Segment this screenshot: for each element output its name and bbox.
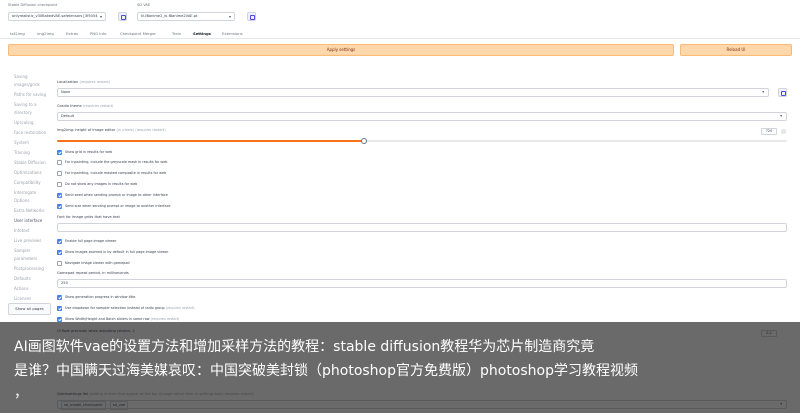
sidebar-item-actions[interactable]: Actions — [14, 286, 29, 291]
send-size-label: Send size when sending prompt or image t… — [65, 204, 171, 208]
masked-composite-checkbox[interactable] — [57, 171, 62, 176]
refresh-vae-button[interactable] — [247, 12, 256, 21]
localization-dropdown[interactable]: None ▾ — [57, 88, 769, 97]
tab-img2img[interactable]: img2img — [37, 31, 54, 36]
chevron-down-icon: ▾ — [780, 114, 782, 118]
sidebar-item-saving[interactable]: Saving — [14, 74, 28, 79]
refresh-localization-button[interactable] — [778, 88, 787, 97]
dropdown-sampler-checkbox[interactable] — [57, 306, 62, 311]
sidebar-item-directory[interactable]: directory — [14, 110, 32, 115]
sidebar-item-live-previews[interactable]: Live previews — [14, 238, 41, 243]
chevron-down-icon: ▾ — [762, 90, 764, 94]
sidebar-item-sampler[interactable]: Sampler — [14, 248, 31, 253]
sidebar-item-options[interactable]: Options — [14, 198, 29, 203]
sidebar-item-postprocessing[interactable]: Postprocessing — [14, 266, 44, 271]
checkpoint-label: Stable Diffusion checkpoint — [8, 3, 58, 7]
tab-extensions[interactable]: Extensions — [222, 31, 243, 36]
tab-extras[interactable]: Extras — [66, 31, 78, 36]
greyscale-checkbox[interactable] — [57, 160, 62, 165]
caption-overlay: AI画图软件vae的设置方法和增加采样方法的教程：stable diffusio… — [0, 322, 800, 413]
refresh-checkpoint-button[interactable] — [118, 12, 127, 21]
sidebar-item-licenses[interactable]: Licenses — [14, 296, 31, 301]
sidebar-item-saving-dir[interactable]: Saving to a — [14, 102, 37, 107]
show-grid-checkbox[interactable] — [57, 150, 62, 155]
tab-settings[interactable]: Settings — [193, 31, 211, 36]
reload-ui-button[interactable]: Reload UI — [680, 44, 792, 56]
img2img-height-slider[interactable] — [57, 138, 787, 144]
vae-value: kl-f8anime2_kl-f8anime2VAE.pt — [141, 14, 198, 18]
img2img-height-label: img2img: height of image editor (in pixe… — [57, 128, 166, 132]
vae-label: SD VAE — [137, 3, 151, 7]
main-tabs: txt2img img2img Extras PNG Info Checkpoi… — [0, 29, 800, 39]
show-grid-label: Show grid in results for web — [65, 150, 113, 154]
sidebar-item-interrogate[interactable]: Interrogate — [14, 190, 36, 195]
no-images-label: Do not show any images in results for we… — [65, 182, 138, 186]
font-label: Font for image grids that have text — [57, 215, 120, 219]
gamepad-label: Navigate image viewer with gamepad — [65, 261, 130, 265]
localization-value: None — [61, 90, 71, 94]
theme-value: Default — [61, 114, 75, 118]
caption-line-2: 是谁？中国瞒天过海美媒哀叹：中国突破美封锁（photoshop官方免费版）pho… — [14, 363, 638, 379]
progress-title-label: Show generation progress in window title… — [65, 295, 137, 299]
caption-line-3: ， — [14, 385, 28, 401]
greyscale-label: For inpainting, include the greyscale ma… — [65, 160, 168, 164]
tab-txt2img[interactable]: txt2img — [10, 31, 25, 36]
theme-dropdown[interactable]: Default ▾ — [57, 112, 787, 121]
sidebar-item-extra-networks[interactable]: Extra Networks — [14, 208, 45, 213]
sidebar-item-defaults[interactable]: Defaults — [14, 276, 31, 281]
sidebar-item-system[interactable]: System — [14, 140, 29, 145]
sidebar-item-user-interface[interactable]: User interface — [14, 218, 42, 223]
send-size-checkbox[interactable] — [57, 204, 62, 209]
sidebar-item-paths[interactable]: Paths for saving — [14, 92, 46, 97]
sidebar-item-upscaling[interactable]: Upscaling — [14, 120, 34, 125]
gamepad-checkbox[interactable] — [57, 261, 62, 266]
sidebar-item-saving-grids[interactable]: images/grids — [14, 82, 40, 87]
tab-png-info[interactable]: PNG Info — [90, 31, 106, 36]
gamepad-period-label: Gamepad repeat period, in milliseconds — [57, 271, 129, 275]
reset-icon[interactable] — [781, 129, 786, 134]
zoomed-label: Show images zoomed in by default in full… — [65, 250, 169, 254]
show-all-pages-button[interactable]: Show all pages — [8, 303, 51, 315]
localization-label: Localization (requires restart) — [57, 80, 111, 84]
chevron-down-icon: ▾ — [99, 14, 102, 19]
sidebar-item-stable-diffusion[interactable]: Stable Diffusion — [14, 160, 46, 165]
sidebar-item-compatibility[interactable]: Compatibility — [14, 180, 41, 185]
tab-checkpoint-merger[interactable]: Checkpoint Merger — [120, 31, 156, 36]
theme-label: Gradio theme (requires restart) — [57, 104, 114, 108]
apply-settings-button[interactable]: Apply settings — [8, 44, 674, 56]
send-seed-checkbox[interactable] — [57, 193, 62, 198]
sidebar-item-training[interactable]: Training — [14, 150, 30, 155]
tab-train[interactable]: Train — [172, 31, 181, 36]
dropdown-sampler-label: Use dropdown for sampler selection inste… — [65, 306, 195, 310]
sidebar-item-optimizations[interactable]: Optimizations — [14, 170, 42, 175]
slider-thumb[interactable] — [361, 138, 367, 144]
slider-fill — [57, 140, 364, 142]
fullpage-viewer-label: Enable full page image viewer — [65, 239, 117, 243]
top-bar: Stable Diffusion checkpoint onlyrealisti… — [0, 0, 800, 28]
img2img-height-number[interactable]: 720 — [761, 128, 777, 135]
checkpoint-value: onlyrealistic_v30BakedVAE.safetensors [3… — [12, 14, 98, 18]
chevron-down-icon: ▾ — [228, 14, 231, 19]
fullpage-viewer-checkbox[interactable] — [57, 239, 62, 244]
zoomed-checkbox[interactable] — [57, 250, 62, 255]
vae-dropdown[interactable]: kl-f8anime2_kl-f8anime2VAE.pt ▾ — [137, 12, 235, 21]
checkpoint-dropdown[interactable]: onlyrealistic_v30BakedVAE.safetensors [3… — [8, 12, 106, 21]
no-images-checkbox[interactable] — [57, 182, 62, 187]
caption-line-1: AI画图软件vae的设置方法和增加采样方法的教程：stable diffusio… — [14, 339, 595, 355]
font-input[interactable] — [57, 223, 787, 232]
sidebar-item-face-restoration[interactable]: Face restoration — [14, 130, 46, 135]
sidebar-item-infotext[interactable]: Infotext — [14, 228, 29, 233]
send-seed-label: Send seed when sending prompt or image t… — [65, 193, 168, 197]
width-height-label: Show Width/Height and Batch sliders in s… — [65, 317, 180, 321]
gamepad-period-input[interactable]: 250 — [57, 279, 787, 288]
sidebar-item-parameters[interactable]: parameters — [14, 256, 37, 261]
progress-title-checkbox[interactable] — [57, 295, 62, 300]
masked-composite-label: For inpainting, include masked composite… — [65, 171, 167, 175]
